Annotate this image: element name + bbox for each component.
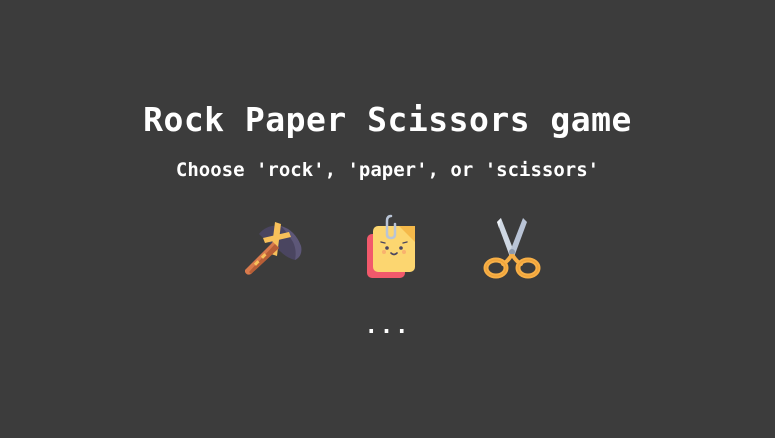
paper-note-icon bbox=[367, 214, 415, 278]
rock-button[interactable] bbox=[237, 212, 307, 282]
scissors-button[interactable] bbox=[477, 212, 547, 282]
choice-buttons bbox=[0, 212, 775, 284]
game-title: Rock Paper Scissors game bbox=[143, 100, 632, 140]
paper-button[interactable] bbox=[357, 212, 427, 282]
instruction-text: Choose 'rock', 'paper', or 'scissors' bbox=[175, 159, 600, 181]
scissors-icon bbox=[483, 218, 541, 279]
result-text: ... bbox=[364, 314, 411, 339]
rock-hammer-icon bbox=[245, 222, 302, 275]
